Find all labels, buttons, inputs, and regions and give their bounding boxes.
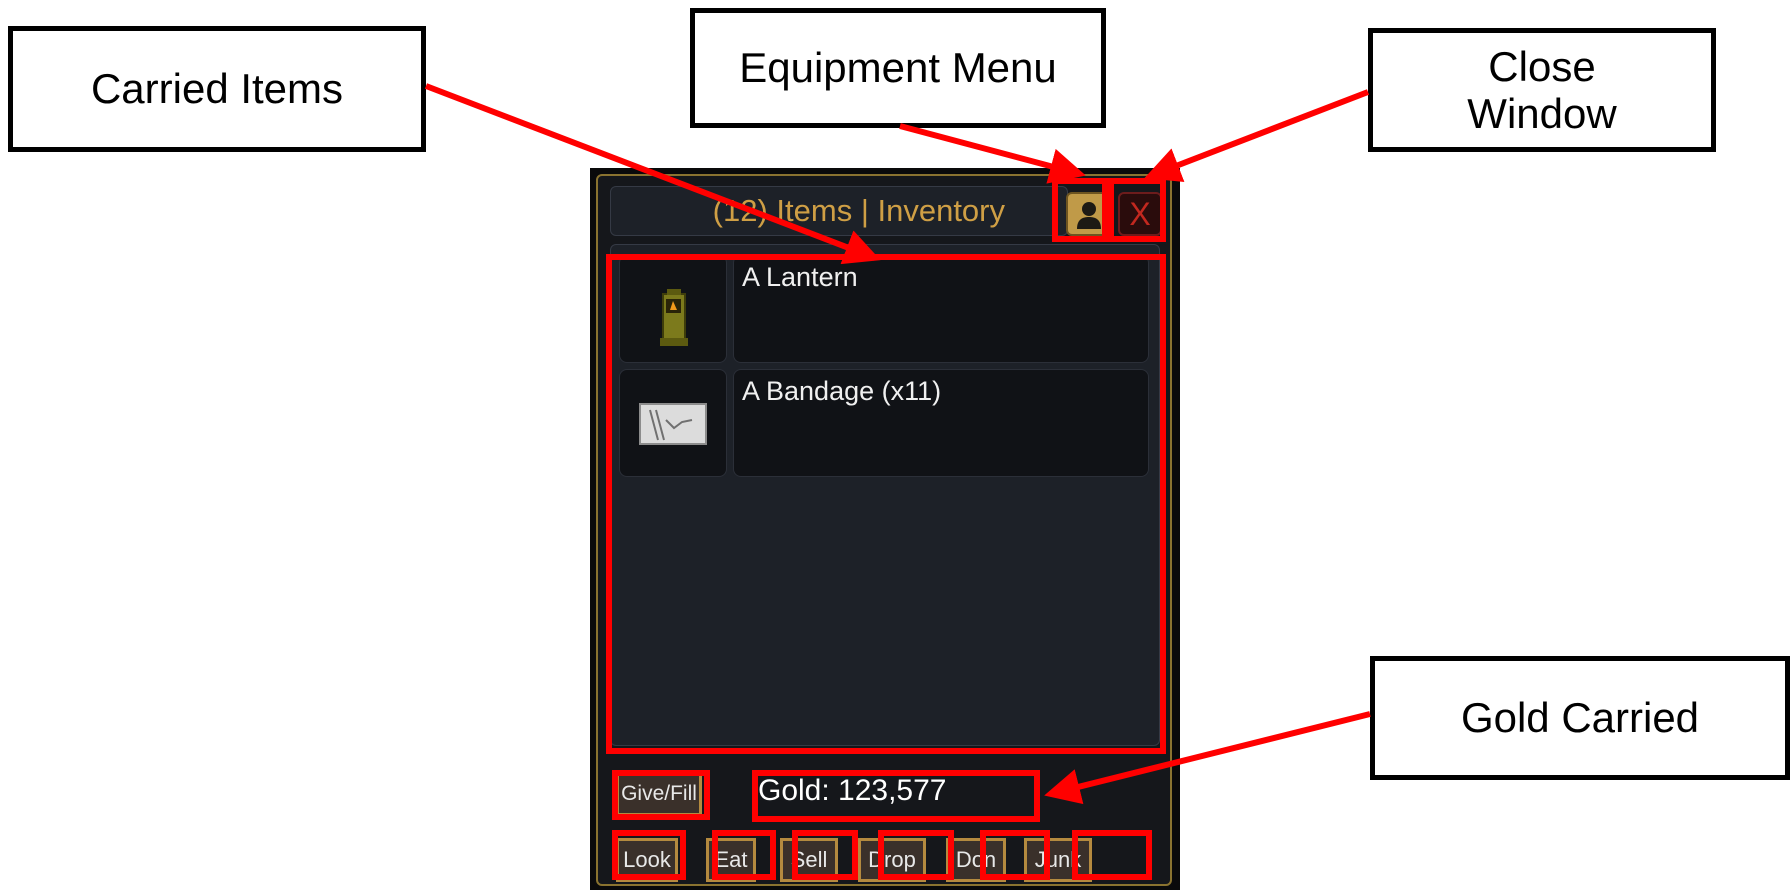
give-fill-button[interactable]: Give/Fill	[616, 772, 702, 816]
junk-button[interactable]: Junk	[1024, 838, 1092, 882]
person-icon	[1077, 202, 1101, 229]
sell-button[interactable]: Sell	[780, 838, 838, 882]
don-button[interactable]: Don	[946, 838, 1006, 882]
inventory-frame: (12) Items | Inventory X A Lantern A Ban…	[596, 174, 1172, 886]
list-item[interactable]: A Lantern	[733, 255, 1149, 363]
drop-button[interactable]: Drop	[858, 838, 926, 882]
inventory-window: (12) Items | Inventory X A Lantern A Ban…	[590, 168, 1180, 890]
callout-close-window: Close Window	[1368, 28, 1716, 152]
close-window-button[interactable]: X	[1118, 192, 1162, 236]
callout-carried-items: Carried Items	[8, 26, 426, 152]
arrow-equipment-menu	[899, 123, 1086, 184]
lantern-icon	[660, 289, 688, 346]
title-bar[interactable]: (12) Items | Inventory	[610, 186, 1068, 236]
arrow-close-window	[1144, 89, 1370, 183]
window-title: (12) Items | Inventory	[712, 193, 1005, 228]
list-item[interactable]: A Bandage (x11)	[733, 369, 1149, 477]
item-icon-slot[interactable]	[619, 369, 727, 477]
equipment-menu-button[interactable]	[1066, 192, 1110, 236]
look-button[interactable]: Look	[616, 838, 678, 882]
callout-gold-carried: Gold Carried	[1370, 656, 1790, 780]
item-icon-slot[interactable]	[619, 255, 727, 363]
callout-equipment-menu: Equipment Menu	[690, 8, 1106, 128]
carried-items-list: A Lantern A Bandage (x11)	[610, 244, 1160, 746]
item-name: A Lantern	[742, 262, 858, 292]
bandage-icon	[639, 403, 707, 445]
item-name: A Bandage (x11)	[742, 376, 942, 406]
gold-amount: Gold: 123,577	[758, 774, 947, 807]
eat-button[interactable]: Eat	[706, 838, 756, 882]
